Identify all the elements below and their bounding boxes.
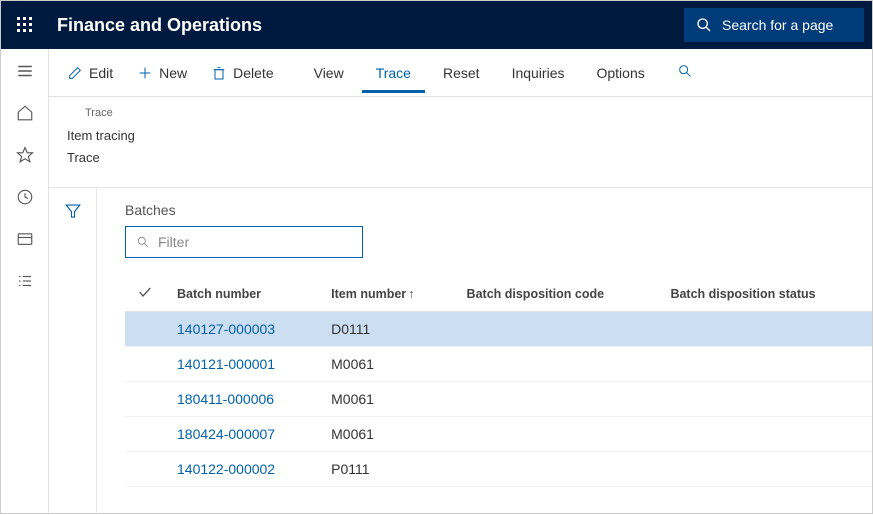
row-selector[interactable] (125, 382, 165, 417)
sort-asc-icon: ↑ (408, 287, 414, 301)
batch-number-link[interactable]: 180411-000006 (165, 382, 319, 417)
menu-icon[interactable] (13, 59, 37, 83)
search-placeholder: Search for a page (722, 17, 833, 33)
context-line1: Item tracing (67, 125, 854, 147)
disposition-code-cell (455, 417, 659, 452)
row-selector[interactable] (125, 452, 165, 487)
batch-number-link[interactable]: 140122-000002 (165, 452, 319, 487)
left-nav (1, 49, 49, 515)
table-row[interactable]: 180411-000006M0061 (125, 382, 872, 417)
new-button[interactable]: New (127, 59, 197, 87)
item-number-cell: M0061 (319, 382, 454, 417)
item-number-cell: P0111 (319, 452, 454, 487)
disposition-status-cell (658, 312, 872, 347)
disposition-code-cell (455, 452, 659, 487)
new-label: New (159, 65, 187, 81)
breadcrumb: Trace (49, 97, 872, 123)
global-search[interactable]: Search for a page (684, 8, 864, 42)
modules-icon[interactable] (13, 269, 37, 293)
recent-icon[interactable] (13, 185, 37, 209)
home-icon[interactable] (13, 101, 37, 125)
grid-filter-input[interactable]: Filter (125, 226, 363, 258)
item-number-cell: D0111 (319, 312, 454, 347)
select-all-column[interactable] (125, 276, 165, 312)
col-disposition-status[interactable]: Batch disposition status (658, 276, 872, 312)
tab-reset[interactable]: Reset (429, 53, 494, 93)
disposition-status-cell (658, 347, 872, 382)
action-search-icon[interactable] (667, 57, 703, 88)
favorites-icon[interactable] (13, 143, 37, 167)
disposition-code-cell (455, 347, 659, 382)
row-selector[interactable] (125, 312, 165, 347)
app-title: Finance and Operations (57, 15, 684, 36)
disposition-status-cell (658, 417, 872, 452)
disposition-code-cell (455, 312, 659, 347)
batches-table: Batch number Item number↑ Batch disposit… (125, 276, 872, 487)
batch-number-link[interactable]: 140121-000001 (165, 347, 319, 382)
topbar: Finance and Operations Search for a page (1, 1, 872, 49)
item-number-cell: M0061 (319, 347, 454, 382)
delete-label: Delete (233, 65, 273, 81)
action-bar: Edit New Delete View Trace Reset Inquiri… (49, 49, 872, 97)
context-line2: Trace (67, 147, 854, 169)
tab-inquiries[interactable]: Inquiries (498, 53, 579, 93)
tab-options[interactable]: Options (582, 53, 658, 93)
filter-pane-toggle[interactable] (49, 188, 97, 515)
tab-view[interactable]: View (300, 53, 358, 93)
col-batch-number[interactable]: Batch number (165, 276, 319, 312)
disposition-code-cell (455, 382, 659, 417)
batch-number-link[interactable]: 140127-000003 (165, 312, 319, 347)
row-selector[interactable] (125, 417, 165, 452)
table-row[interactable]: 140122-000002P0111 (125, 452, 872, 487)
edit-label: Edit (89, 65, 113, 81)
grid-title: Batches (125, 202, 872, 218)
table-row[interactable]: 140127-000003D0111 (125, 312, 872, 347)
disposition-status-cell (658, 452, 872, 487)
col-disposition-code[interactable]: Batch disposition code (455, 276, 659, 312)
workspaces-icon[interactable] (13, 227, 37, 251)
app-launcher-icon[interactable] (9, 9, 41, 41)
edit-button[interactable]: Edit (57, 59, 123, 87)
col-item-number[interactable]: Item number↑ (319, 276, 454, 312)
delete-button[interactable]: Delete (201, 59, 283, 87)
tab-trace[interactable]: Trace (362, 53, 425, 93)
filter-placeholder: Filter (158, 234, 189, 250)
row-selector[interactable] (125, 347, 165, 382)
table-row[interactable]: 140121-000001M0061 (125, 347, 872, 382)
item-number-cell: M0061 (319, 417, 454, 452)
disposition-status-cell (658, 382, 872, 417)
table-row[interactable]: 180424-000007M0061 (125, 417, 872, 452)
batch-number-link[interactable]: 180424-000007 (165, 417, 319, 452)
context: Item tracing Trace (49, 123, 872, 187)
